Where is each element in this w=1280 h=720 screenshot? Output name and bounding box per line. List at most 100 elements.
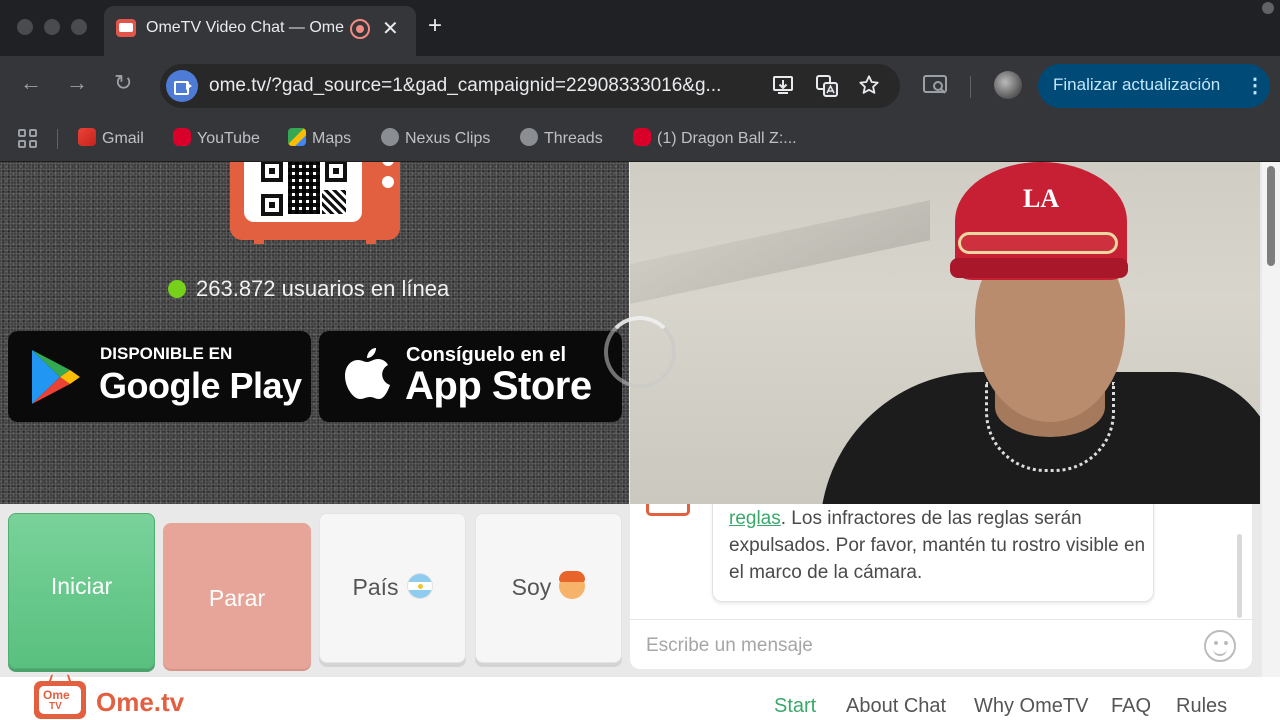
- address-bar[interactable]: ome.tv/?gad_source=1&gad_campaignid=2290…: [160, 64, 900, 108]
- argentina-flag-icon: [406, 573, 433, 599]
- tab-title: OmeTV Video Chat — Ome: [146, 19, 344, 36]
- app-store-badge[interactable]: Consíguelo en el App Store: [319, 331, 622, 422]
- window-close-control[interactable]: [17, 19, 33, 35]
- bookmarks-divider: [57, 129, 58, 149]
- nav-start[interactable]: Start: [774, 695, 816, 718]
- cap-logo: LA: [1023, 184, 1060, 213]
- google-play-badge[interactable]: DISPONIBLE EN Google Play: [8, 331, 311, 422]
- bookmark-nexus-clips[interactable]: Nexus Clips: [381, 128, 490, 148]
- tab-close-icon[interactable]: ✕: [382, 16, 399, 41]
- browser-toolbar: ← → ↻ ome.tv/?gad_source=1&gad_campaigni…: [0, 56, 1280, 116]
- sunglasses: [958, 232, 1118, 254]
- nav-rules[interactable]: Rules: [1176, 695, 1227, 718]
- url-text[interactable]: ome.tv/?gad_source=1&gad_campaignid=2290…: [209, 75, 759, 97]
- bookmark-label: Threads: [544, 130, 603, 147]
- boy-emoji-icon: [559, 571, 586, 599]
- message-input[interactable]: [646, 632, 1186, 660]
- nav-why-ometv[interactable]: Why OmeTV: [974, 695, 1088, 718]
- youtube-icon: [173, 128, 191, 146]
- ometv-page: 263.872 usuarios en línea DISPONIBLE EN …: [0, 162, 1280, 720]
- bookmark-gmail[interactable]: Gmail: [78, 128, 144, 148]
- bookmark-maps[interactable]: Maps: [288, 128, 351, 148]
- more-menu-icon[interactable]: ⋮: [1245, 73, 1265, 98]
- toolbar-divider: [970, 76, 971, 98]
- bookmark-star-icon[interactable]: [858, 74, 880, 102]
- online-users-counter: 263.872 usuarios en línea: [168, 276, 449, 302]
- browser-tab-ometv[interactable]: OmeTV Video Chat — Ome ✕: [104, 6, 416, 56]
- chat-divider: [630, 619, 1252, 620]
- back-button[interactable]: ←: [20, 70, 42, 96]
- bookmark-label: (1) Dragon Ball Z:...: [657, 130, 797, 147]
- gender-label: Soy: [511, 574, 552, 600]
- install-app-icon[interactable]: [772, 74, 794, 102]
- browser-tab-strip: OmeTV Video Chat — Ome ✕ +: [0, 0, 1280, 56]
- reload-button[interactable]: ↻: [114, 70, 132, 96]
- emoji-picker-icon[interactable]: [1204, 630, 1236, 662]
- self-camera-video: LA: [630, 162, 1260, 504]
- bookmarks-bar: Gmail YouTube Maps Nexus Clips Threads (…: [0, 116, 1280, 162]
- qr-code: [244, 162, 362, 222]
- bookmark-dragon-ball[interactable]: (1) Dragon Ball Z:...: [633, 128, 797, 148]
- logo-text-ome: Ome: [43, 688, 70, 702]
- google-play-small-text: DISPONIBLE EN: [100, 344, 233, 363]
- new-tab-button[interactable]: +: [428, 12, 442, 40]
- system-message-bubble: reglas. Los infractores de las reglas se…: [712, 504, 1154, 602]
- bookmark-label: Nexus Clips: [405, 130, 491, 147]
- chat-panel: reglas. Los infractores de las reglas se…: [630, 504, 1252, 669]
- google-play-big-text: Google Play: [99, 365, 302, 406]
- chat-scrollbar[interactable]: [1237, 534, 1242, 618]
- stranger-video-placeholder: 263.872 usuarios en línea DISPONIBLE EN …: [0, 162, 629, 504]
- globe-icon: [520, 128, 538, 146]
- bookmark-threads[interactable]: Threads: [520, 128, 603, 148]
- bookmark-label: YouTube: [197, 130, 260, 147]
- system-message-body: . Los infractores de las reglas serán ex…: [729, 508, 1146, 583]
- site-footer-nav: Ome TV Ome.tv Start About Chat Why OmeTV…: [0, 674, 1280, 720]
- recording-indicator-icon: [350, 19, 370, 39]
- finish-update-label: Finalizar actualización: [1053, 75, 1221, 94]
- country-button[interactable]: País: [319, 513, 466, 663]
- finish-update-button[interactable]: Finalizar actualización ⋮: [1038, 64, 1270, 108]
- camera-in-use-icon[interactable]: [166, 70, 198, 102]
- stop-label: Parar: [208, 585, 266, 611]
- loading-spinner-icon: [604, 316, 676, 388]
- profile-avatar[interactable]: [994, 71, 1022, 99]
- ometv-favicon-icon: [116, 19, 136, 37]
- logo-text-tv: TV: [49, 701, 62, 712]
- globe-icon: [381, 128, 399, 146]
- app-store-big-text: App Store: [405, 364, 592, 408]
- gmail-icon: [78, 128, 96, 146]
- ometv-logo-icon[interactable]: Ome TV: [34, 674, 86, 719]
- window-indicator-icon: [1262, 2, 1274, 14]
- nav-about-chat[interactable]: About Chat: [846, 695, 946, 718]
- brand-name[interactable]: Ome.tv: [96, 687, 184, 718]
- ometv-chat-avatar-icon: [646, 504, 690, 516]
- translate-icon[interactable]: [815, 74, 839, 104]
- window-zoom-control[interactable]: [71, 19, 87, 35]
- bookmark-label: Maps: [312, 130, 352, 147]
- online-status-dot-icon: [168, 280, 186, 298]
- gender-label-wrap: Soy: [476, 571, 621, 601]
- bookmark-youtube[interactable]: YouTube: [173, 128, 260, 148]
- qr-code-tv-logo: [230, 162, 400, 244]
- country-label-wrap: País: [320, 573, 465, 601]
- nav-faq[interactable]: FAQ: [1111, 695, 1151, 718]
- system-message-text: reglas. Los infractores de las reglas se…: [729, 505, 1149, 586]
- page-scrollbar[interactable]: [1262, 162, 1280, 677]
- google-play-icon: [32, 350, 80, 404]
- start-label: Iniciar: [50, 573, 113, 599]
- apple-icon: [345, 348, 390, 399]
- gender-button[interactable]: Soy: [475, 513, 622, 663]
- bookmark-label: Gmail: [102, 130, 144, 147]
- apps-grid-icon[interactable]: [18, 129, 38, 149]
- country-label: País: [352, 574, 399, 600]
- page-scrollbar-thumb[interactable]: [1267, 166, 1275, 266]
- rules-link[interactable]: reglas: [729, 508, 781, 529]
- window-minimize-control[interactable]: [44, 19, 60, 35]
- maps-icon: [288, 128, 306, 146]
- tab-search-icon[interactable]: [923, 74, 949, 102]
- start-button[interactable]: Iniciar: [8, 513, 155, 669]
- stop-button[interactable]: Parar: [163, 523, 311, 669]
- youtube-icon: [633, 128, 651, 146]
- forward-button[interactable]: →: [66, 70, 88, 96]
- online-users-text: 263.872 usuarios en línea: [196, 276, 450, 301]
